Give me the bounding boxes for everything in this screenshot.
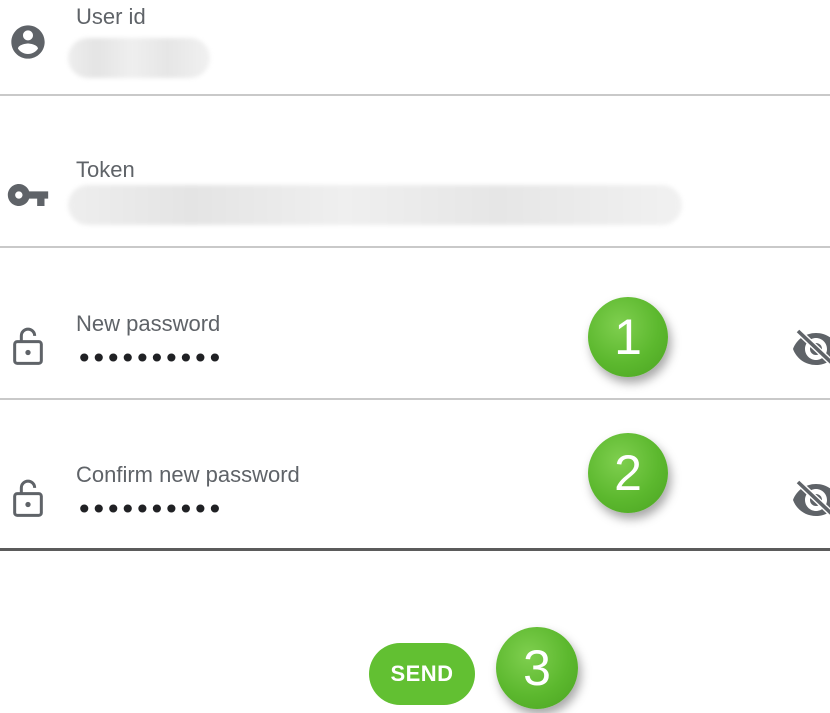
confirm-password-input[interactable]: •••••••••• — [76, 496, 223, 524]
token-label: Token — [76, 157, 135, 182]
confirm-password-field[interactable]: Confirm new password •••••••••• — [0, 401, 830, 553]
new-password-input[interactable]: •••••••••• — [76, 345, 223, 373]
step-1-badge: 1 — [588, 297, 668, 377]
user-id-label: User id — [76, 4, 146, 29]
new-password-field[interactable]: New password •••••••••• — [0, 249, 830, 401]
token-field[interactable]: Token — [0, 97, 830, 249]
step-3-badge: 3 — [496, 627, 578, 709]
new-password-label: New password — [76, 311, 221, 336]
send-button[interactable]: SEND — [369, 643, 475, 705]
lock-open-icon — [6, 323, 50, 367]
confirm-password-label: Confirm new password — [76, 462, 300, 487]
lock-open-icon — [6, 475, 50, 519]
user-id-underline — [0, 94, 830, 96]
confirm-password-underline — [0, 548, 830, 551]
visibility-off-icon[interactable] — [790, 327, 830, 367]
token-underline — [0, 246, 830, 248]
user-id-field[interactable]: User id — [0, 0, 830, 97]
user-id-value-redacted — [68, 38, 210, 78]
visibility-off-icon[interactable] — [790, 478, 830, 518]
reset-password-form: User id Token New password •••••••••• Co… — [0, 0, 830, 713]
key-icon — [6, 173, 50, 217]
token-value-redacted — [68, 185, 682, 225]
step-2-badge: 2 — [588, 433, 668, 513]
new-password-underline — [0, 398, 830, 400]
account-circle-icon — [6, 20, 50, 64]
